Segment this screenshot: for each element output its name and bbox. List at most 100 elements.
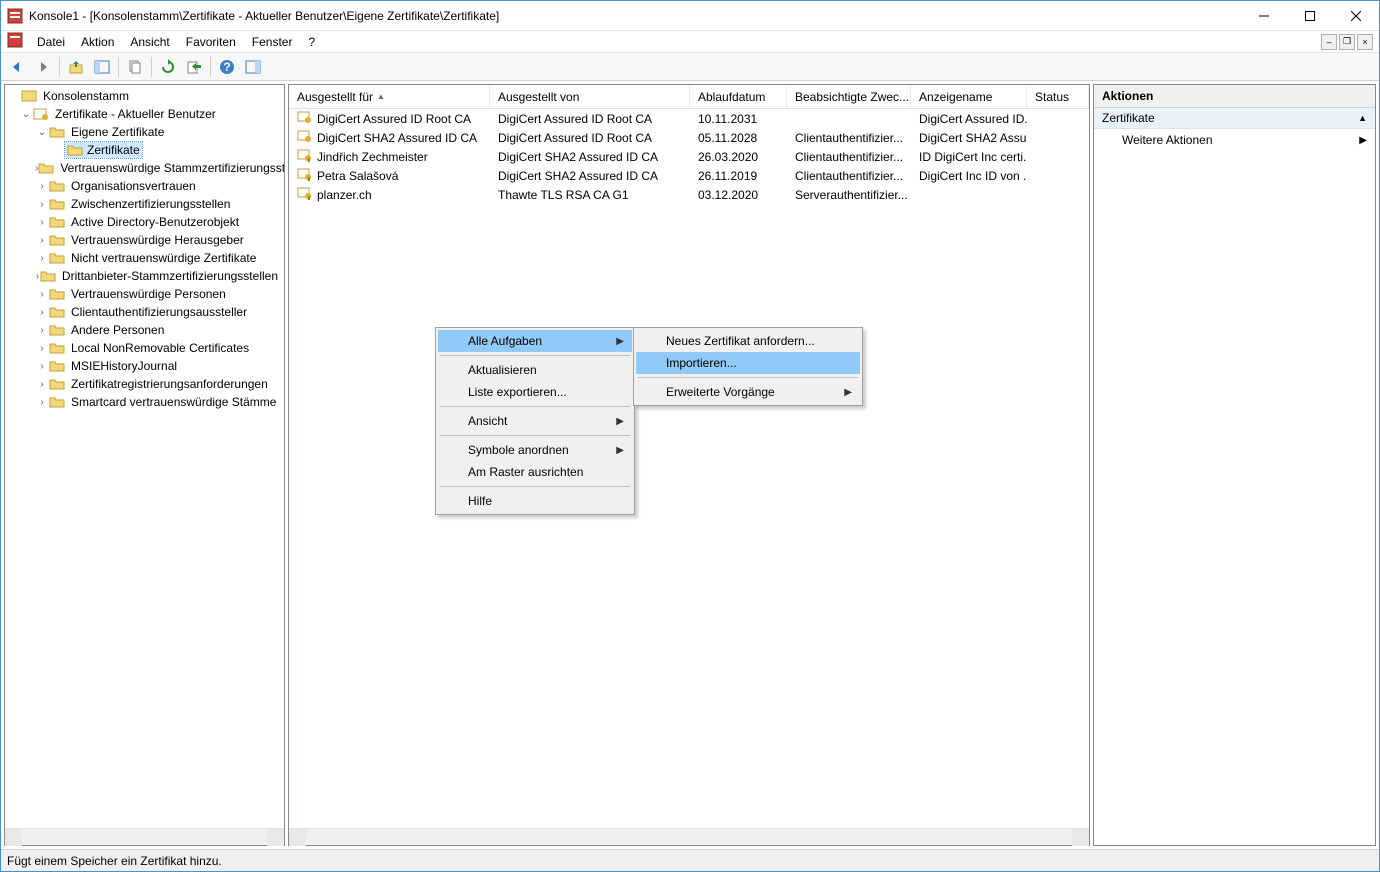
tree-root[interactable]: Konsolenstamm (5, 87, 284, 105)
menu-item-label: Hilfe (468, 494, 492, 508)
folder-icon (40, 268, 56, 284)
menu-datei[interactable]: Datei (29, 33, 73, 51)
tree-item[interactable]: ›Vertrauenswürdige Herausgeber (5, 231, 284, 249)
tree-toggle[interactable]: › (35, 217, 49, 228)
folder-icon (49, 178, 65, 194)
close-button[interactable] (1333, 1, 1379, 31)
tree-label: Konsolenstamm (43, 89, 129, 103)
tree-item[interactable]: ›Active Directory-Benutzerobjekt (5, 213, 284, 231)
list-row[interactable]: DigiCert Assured ID Root CADigiCert Assu… (289, 109, 1089, 128)
up-button[interactable] (64, 55, 88, 79)
tree-label: Local NonRemovable Certificates (71, 341, 249, 355)
menu-item-label: Importieren... (666, 356, 737, 370)
menu-help[interactable]: ? (300, 33, 323, 51)
list-hscrollbar[interactable] (289, 828, 1089, 845)
tree-item[interactable]: › Local NonRemovable Certificates (5, 339, 284, 357)
list-row[interactable]: DigiCert SHA2 Assured ID CADigiCert Assu… (289, 128, 1089, 147)
cert-icon (297, 147, 313, 166)
mdi-minimize[interactable]: – (1321, 34, 1337, 50)
tree-toggle[interactable]: › (35, 253, 49, 264)
tree-item[interactable]: ›Vertrauenswürdige Personen (5, 285, 284, 303)
col-status[interactable]: Status (1027, 85, 1089, 108)
tree-item[interactable]: ›Zwischenzertifizierungsstellen (5, 195, 284, 213)
tree-item[interactable]: ›Clientauthentifizierungsaussteller (5, 303, 284, 321)
menu-item[interactable]: Importieren... (636, 352, 860, 374)
copy-button[interactable] (123, 55, 147, 79)
list-row[interactable]: Petra SalašováDigiCert SHA2 Assured ID C… (289, 166, 1089, 185)
tree-item[interactable]: ›Drittanbieter-Stammzertifizierungsstell… (5, 267, 284, 285)
menu-item[interactable]: Ansicht ▶ (438, 410, 632, 432)
menu-item[interactable]: Neues Zertifikat anfordern... (636, 330, 860, 352)
cert-icon (297, 166, 313, 185)
menu-favoriten[interactable]: Favoriten (178, 33, 244, 51)
menu-item[interactable]: Am Raster ausrichten (438, 461, 632, 483)
menu-separator (638, 377, 858, 378)
forward-button[interactable] (31, 55, 55, 79)
col-issued-by[interactable]: Ausgestellt von (490, 85, 690, 108)
tree-item[interactable]: ›Organisationsvertrauen (5, 177, 284, 195)
tree-toggle[interactable]: › (35, 199, 49, 210)
actions-group[interactable]: Zertifikate ▲ (1094, 108, 1375, 129)
tree-cert-user[interactable]: ⌄ Zertifikate - Aktueller Benutzer (5, 105, 284, 123)
menu-item-label: Symbole anordnen (468, 443, 569, 457)
col-displayname[interactable]: Anzeigename (911, 85, 1027, 108)
minimize-button[interactable] (1241, 1, 1287, 31)
tree-own[interactable]: ⌄ Eigene Zertifikate (5, 123, 284, 141)
tree-item[interactable]: ›Andere Personen (5, 321, 284, 339)
back-button[interactable] (5, 55, 29, 79)
menu-item[interactable]: Symbole anordnen▶ (438, 439, 632, 461)
tree-toggle[interactable]: › (35, 379, 49, 390)
tree-toggle[interactable]: ⌄ (35, 127, 49, 138)
folder-icon (67, 142, 83, 158)
list-row[interactable]: Jindřich ZechmeisterDigiCert SHA2 Assure… (289, 147, 1089, 166)
tree-item[interactable]: ›Vertrauenswürdige Stammzertifizierungss… (5, 159, 284, 177)
tree-toggle[interactable]: › (35, 397, 49, 408)
tree-toggle[interactable]: ⌄ (19, 109, 33, 120)
tree-hscrollbar[interactable] (5, 828, 284, 845)
tree-toggle[interactable]: › (35, 361, 49, 372)
tree-toggle[interactable]: › (35, 325, 49, 336)
show-hide-action-button[interactable] (241, 55, 265, 79)
maximize-button[interactable] (1287, 1, 1333, 31)
mdi-close[interactable]: × (1357, 34, 1373, 50)
tree-toggle[interactable]: › (35, 181, 49, 192)
tree-toggle[interactable]: › (35, 235, 49, 246)
menu-aktion[interactable]: Aktion (73, 33, 122, 51)
refresh-button[interactable] (156, 55, 180, 79)
menu-item[interactable]: Liste exportieren... (438, 381, 632, 403)
tree-label: MSIEHistoryJournal (71, 359, 177, 373)
menu-ansicht[interactable]: Ansicht (122, 33, 177, 51)
export-button[interactable] (182, 55, 206, 79)
tree-item[interactable]: › Nicht vertrauenswürdige Zertifikate (5, 249, 284, 267)
tree-toggle[interactable]: › (35, 307, 49, 318)
menu-item-label: Ansicht (468, 414, 507, 428)
col-issued-for[interactable]: Ausgestellt für▲ (289, 85, 490, 108)
show-hide-tree-button[interactable] (90, 55, 114, 79)
col-purpose[interactable]: Beabsichtigte Zwec... (787, 85, 911, 108)
list-body[interactable]: DigiCert Assured ID Root CADigiCert Assu… (289, 109, 1089, 828)
actions-more[interactable]: Weitere Aktionen ▶ (1094, 129, 1375, 151)
tree-toggle[interactable]: › (35, 289, 49, 300)
menu-item[interactable]: Hilfe (438, 490, 632, 512)
tree[interactable]: Konsolenstamm ⌄ Zertifikate - Aktueller … (5, 85, 284, 828)
col-expiry[interactable]: Ablaufdatum (690, 85, 787, 108)
submenu-arrow-icon: ▶ (616, 416, 624, 427)
cell-text: DigiCert SHA2 Assu... (911, 131, 1027, 145)
tree-zertifikate[interactable]: Zertifikate (5, 141, 284, 159)
list-row[interactable]: planzer.chThawte TLS RSA CA G103.12.2020… (289, 185, 1089, 204)
cert-icon (297, 185, 313, 204)
tree-label: Zertifikatregistrierungsanforderungen (71, 377, 268, 391)
tree-label: Nicht vertrauenswürdige Zertifikate (71, 251, 256, 265)
tree-label: Eigene Zertifikate (71, 125, 164, 139)
help-button[interactable]: ? (215, 55, 239, 79)
mdi-restore[interactable]: ❐ (1339, 34, 1355, 50)
menu-item[interactable]: Erweiterte Vorgänge▶ (636, 381, 860, 403)
tree-item[interactable]: › MSIEHistoryJournal (5, 357, 284, 375)
tree-item[interactable]: ›Smartcard vertrauenswürdige Stämme (5, 393, 284, 411)
tree-toggle[interactable]: › (35, 343, 49, 354)
menu-item[interactable]: Aktualisieren (438, 359, 632, 381)
menu-fenster[interactable]: Fenster (244, 33, 301, 51)
cell-text: Petra Salašová (317, 169, 398, 183)
menu-item[interactable]: Alle Aufgaben▶ (438, 330, 632, 352)
tree-item[interactable]: › Zertifikatregistrierungsanforderungen (5, 375, 284, 393)
